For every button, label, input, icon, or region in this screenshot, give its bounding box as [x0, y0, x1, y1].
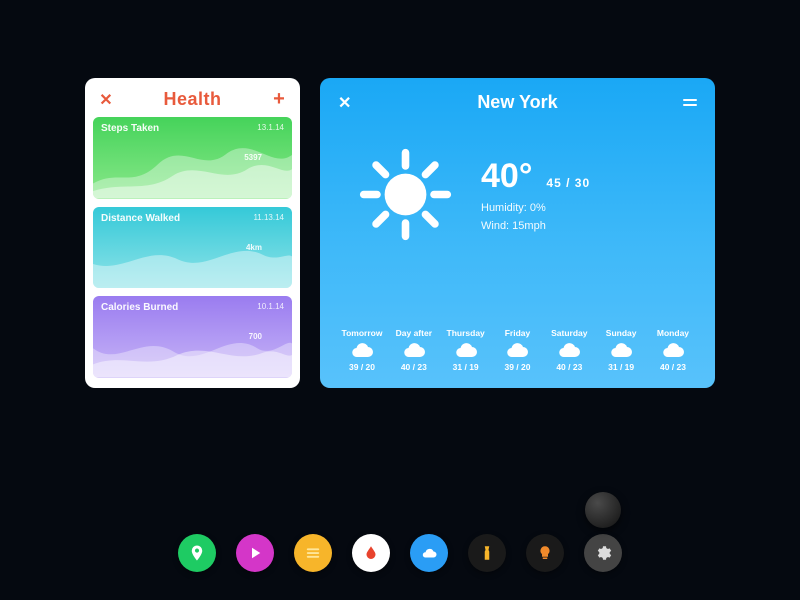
sun-icon: [358, 147, 453, 242]
weather-current: 40° 45 / 30 Humidity: 0% Wind: 15mph: [338, 147, 697, 242]
forecast-hilo: 40 / 23: [556, 362, 582, 372]
current-temp: 40°: [481, 157, 532, 196]
dock: [0, 534, 800, 572]
metric-label: Distance Walked: [101, 213, 180, 224]
forecast-day: Monday: [657, 328, 689, 338]
forecast-item[interactable]: Day after 40 / 23: [390, 328, 438, 372]
location-button[interactable]: [178, 534, 216, 572]
metric-date: 10.1.14: [257, 302, 284, 311]
flashlight-button[interactable]: [468, 534, 506, 572]
location-icon: [188, 544, 206, 562]
menu-icon[interactable]: [679, 99, 697, 106]
list-icon: [304, 544, 322, 562]
gear-icon: [594, 544, 612, 562]
forecast-day: Day after: [396, 328, 432, 338]
metric-value: 700: [249, 332, 262, 341]
health-header: ✕ Health +: [93, 86, 292, 117]
health-title: Health: [163, 89, 221, 110]
forecast-item[interactable]: Sunday 31 / 19: [597, 328, 645, 372]
cloud-button[interactable]: [410, 534, 448, 572]
close-icon[interactable]: ✕: [338, 93, 356, 113]
droplet-button[interactable]: [352, 534, 390, 572]
list-button[interactable]: [294, 534, 332, 572]
forecast-item[interactable]: Tomorrow 39 / 20: [338, 328, 386, 372]
forecast-day: Tomorrow: [342, 328, 383, 338]
humidity-label: Humidity: 0%: [481, 202, 590, 214]
weather-readout: 40° 45 / 30 Humidity: 0% Wind: 15mph: [481, 157, 590, 232]
metric-label: Steps Taken: [101, 123, 159, 134]
forecast-item[interactable]: Friday 39 / 20: [493, 328, 541, 372]
cloud-icon: [505, 342, 529, 358]
forecast-hilo: 39 / 20: [504, 362, 530, 372]
metric-steps[interactable]: Steps Taken 13.1.14 5397: [93, 117, 292, 199]
metric-value: 4km: [246, 243, 262, 252]
notification-badge: [585, 492, 621, 528]
forecast-row: Tomorrow 39 / 20 Day after 40 / 23 Thurs…: [338, 328, 697, 376]
metric-date: 13.1.14: [257, 123, 284, 132]
weather-header: ✕ New York: [338, 92, 697, 113]
metric-date: 11.13.14: [253, 213, 284, 222]
cloud-icon: [454, 342, 478, 358]
metric-label: Calories Burned: [101, 302, 178, 313]
health-card: ✕ Health + Steps Taken 13.1.14 5397 Dist…: [85, 78, 300, 388]
forecast-item[interactable]: Thursday 31 / 19: [442, 328, 490, 372]
close-icon[interactable]: ✕: [97, 90, 115, 110]
metric-calories[interactable]: Calories Burned 10.1.14 700: [93, 296, 292, 378]
bulb-button[interactable]: [526, 534, 564, 572]
play-icon: [246, 544, 264, 562]
bulb-icon: [536, 544, 554, 562]
flashlight-icon: [478, 544, 496, 562]
forecast-item[interactable]: Monday 40 / 23: [649, 328, 697, 372]
forecast-hilo: 31 / 19: [608, 362, 634, 372]
city-title: New York: [477, 92, 557, 113]
cloud-icon: [420, 544, 438, 562]
add-icon[interactable]: +: [270, 88, 288, 111]
cloud-icon: [350, 342, 374, 358]
forecast-day: Saturday: [551, 328, 587, 338]
weather-card: ✕ New York 40° 45 / 30 Humidity: 0%: [320, 78, 715, 388]
forecast-hilo: 31 / 19: [453, 362, 479, 372]
droplet-icon: [362, 544, 380, 562]
metric-distance[interactable]: Distance Walked 11.13.14 4km: [93, 207, 292, 289]
forecast-hilo: 40 / 23: [401, 362, 427, 372]
forecast-hilo: 39 / 20: [349, 362, 375, 372]
cloud-icon: [661, 342, 685, 358]
current-hilo: 45 / 30: [546, 176, 590, 190]
cloud-icon: [402, 342, 426, 358]
forecast-day: Sunday: [606, 328, 637, 338]
cloud-icon: [609, 342, 633, 358]
forecast-day: Friday: [505, 328, 531, 338]
wind-label: Wind: 15mph: [481, 220, 590, 232]
metric-value: 5397: [244, 153, 262, 162]
settings-button[interactable]: [584, 534, 622, 572]
forecast-item[interactable]: Saturday 40 / 23: [545, 328, 593, 372]
cloud-icon: [557, 342, 581, 358]
play-button[interactable]: [236, 534, 274, 572]
forecast-day: Thursday: [447, 328, 485, 338]
forecast-hilo: 40 / 23: [660, 362, 686, 372]
